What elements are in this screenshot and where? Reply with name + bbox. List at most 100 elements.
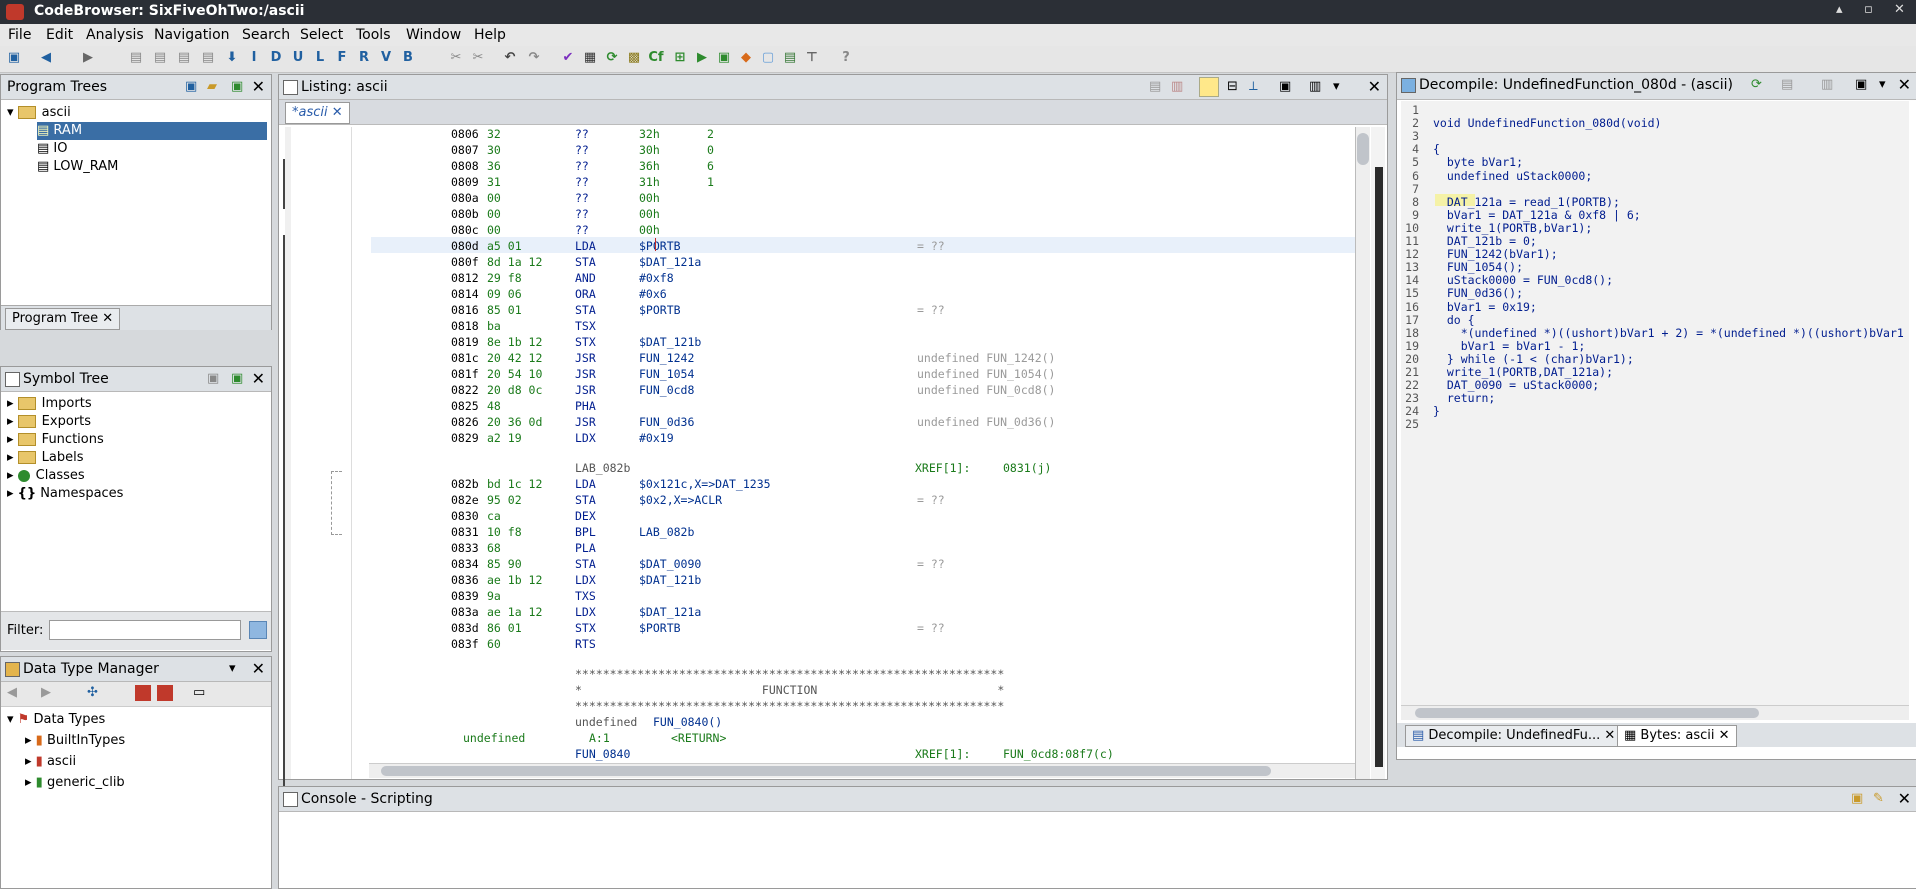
console-clear-icon[interactable]: ✎ xyxy=(1873,791,1884,806)
filter-options-icon[interactable] xyxy=(249,621,267,639)
tb-letter-d[interactable]: D xyxy=(268,50,284,66)
menu-window[interactable]: Window xyxy=(406,27,461,43)
tree-icon[interactable]: ⊤ xyxy=(804,50,820,66)
new-window-icon[interactable]: ▣ xyxy=(231,371,243,386)
dtm-back-icon[interactable]: ◀ xyxy=(7,685,17,700)
close-data-type-manager-icon[interactable]: ✕ xyxy=(252,659,265,678)
symbol-imports[interactable]: ▸ Imports xyxy=(7,396,92,411)
dtm-builtin[interactable]: ▸ ▮ BuiltInTypes xyxy=(25,733,125,748)
paste-icon[interactable]: ▥ xyxy=(1171,79,1183,94)
dtm-forward-icon[interactable]: ▶ xyxy=(41,685,51,700)
save-icon[interactable]: ▣ xyxy=(6,50,22,66)
layout-icon[interactable]: ▥ xyxy=(1309,79,1321,94)
listing-hscrollbar[interactable] xyxy=(369,763,1355,778)
new-tree-icon[interactable]: ▣ xyxy=(185,79,197,94)
dtm-root[interactable]: ▾ ⚑ Data Types xyxy=(7,712,105,727)
listing-scroll-thumb[interactable] xyxy=(1357,133,1369,165)
back-icon[interactable]: ◀ xyxy=(38,50,54,66)
symbol-labels[interactable]: ▸ Labels xyxy=(7,450,84,465)
tab-bytes[interactable]: ▦ Bytes: ascii ✕ xyxy=(1617,725,1737,747)
menu-analysis[interactable]: Analysis xyxy=(86,27,144,43)
tb-r-icon[interactable]: R xyxy=(356,50,372,66)
refresh-decompile-icon[interactable]: ⟳ xyxy=(1751,77,1762,92)
symbol-namespaces[interactable]: ▸ {} Namespaces xyxy=(7,486,123,501)
symbol-exports[interactable]: ▸ Exports xyxy=(7,414,91,429)
dtm-generic-clib[interactable]: ▸ ▮ generic_clib xyxy=(25,775,125,790)
close-program-trees-icon[interactable]: ✕ xyxy=(252,77,265,96)
diamond-icon[interactable]: ◆ xyxy=(738,50,754,66)
expand-icon[interactable]: ▾ xyxy=(7,105,18,120)
copy-icon[interactable]: ▤ xyxy=(1149,79,1161,94)
close-decompile-icon[interactable]: ✕ xyxy=(1898,75,1911,94)
console-output[interactable] xyxy=(281,813,1913,885)
tb-letter-b[interactable]: B xyxy=(400,50,416,66)
cursor-mode-icon[interactable] xyxy=(1199,77,1219,97)
window-icon[interactable]: ▢ xyxy=(760,50,776,66)
calculator-icon[interactable]: ▦ xyxy=(582,50,598,66)
dtm-expand-icon[interactable]: ✣ xyxy=(87,685,98,700)
tb-letter-f[interactable]: F xyxy=(334,50,350,66)
diff-icon[interactable]: ⟂ xyxy=(1249,79,1258,94)
tree-item-low-ram[interactable]: ▤ LOW_RAM xyxy=(37,159,118,174)
nav-doc3-icon[interactable]: ▤ xyxy=(176,50,192,66)
tb-letter-u[interactable]: U xyxy=(290,50,306,66)
redo-icon[interactable]: ↷ xyxy=(526,50,542,66)
memory-icon[interactable]: ▣ xyxy=(716,50,732,66)
listing-body[interactable]: 0806 32?? 32h 2 0807 30?? 30h 0 0808 36?? 36h 6 0809… xyxy=(371,127,1355,771)
tree-item-io[interactable]: ▤ IO xyxy=(37,141,68,156)
check-icon[interactable]: ✔ xyxy=(560,50,576,66)
bookmark-icon[interactable]: ▩ xyxy=(626,50,642,66)
clear-icon[interactable]: ✂ xyxy=(448,50,464,66)
dtm-ascii[interactable]: ▸ ▮ ascii xyxy=(25,754,76,769)
refresh-icon[interactable]: ⟳ xyxy=(604,50,620,66)
decompile-menu-icon[interactable]: ▾ xyxy=(1879,77,1886,92)
console-lock-icon[interactable]: ▣ xyxy=(1851,791,1863,806)
filter-input[interactable] xyxy=(49,620,241,640)
symbol-functions[interactable]: ▸ Functions xyxy=(7,432,104,447)
dtm-collapse-icon[interactable]: ▭ xyxy=(193,685,205,700)
copy-decompile-icon[interactable]: ▤ xyxy=(1781,77,1793,92)
menu-select[interactable]: Select xyxy=(300,27,343,43)
tab-ascii[interactable]: *ascii ✕ xyxy=(285,102,350,124)
listing-menu-icon[interactable]: ▾ xyxy=(1333,79,1340,94)
dtm-filter2-icon[interactable] xyxy=(157,685,173,701)
nav-doc-icon[interactable]: ▤ xyxy=(128,50,144,66)
tab-program-tree[interactable]: Program Tree ✕ xyxy=(5,308,121,330)
tb-letter-v[interactable]: V xyxy=(378,50,394,66)
dtm-menu-icon[interactable]: ▾ xyxy=(229,661,236,676)
forward-icon[interactable]: ▶ xyxy=(80,50,96,66)
tree-item-ram[interactable]: ▤ RAM xyxy=(37,122,267,140)
decompile-hscroll-thumb[interactable] xyxy=(1415,708,1759,718)
menu-tools[interactable]: Tools xyxy=(356,27,391,43)
close-console-icon[interactable]: ✕ xyxy=(1898,789,1911,808)
clear2-icon[interactable]: ✂ xyxy=(470,50,486,66)
menu-file[interactable]: File xyxy=(8,27,31,43)
tab-decompile[interactable]: ▤ Decompile: UndefinedFu... ✕ xyxy=(1405,725,1623,747)
menu-navigation[interactable]: Navigation xyxy=(154,27,230,43)
function-graph-icon[interactable]: ⊞ xyxy=(672,50,688,66)
tb-letter-l[interactable]: L xyxy=(312,50,328,66)
down-arrow-icon[interactable]: ⬇ xyxy=(224,50,240,66)
lock-icon[interactable]: ▣ xyxy=(207,371,219,386)
export-decompile-icon[interactable]: ▥ xyxy=(1821,77,1833,92)
menu-edit[interactable]: Edit xyxy=(46,27,73,43)
close-symbol-tree-icon[interactable]: ✕ xyxy=(252,369,265,388)
edit-fields-icon[interactable]: ⊟ xyxy=(1227,79,1238,94)
restore-icon[interactable]: ▫ xyxy=(1864,2,1873,17)
nav-doc4-icon[interactable]: ▤ xyxy=(200,50,216,66)
help-icon[interactable]: ? xyxy=(838,50,854,66)
tb-letter-i[interactable]: I xyxy=(246,50,262,66)
menu-search[interactable]: Search xyxy=(242,27,290,43)
run-icon[interactable]: ▶ xyxy=(694,50,710,66)
nav-doc2-icon[interactable]: ▤ xyxy=(152,50,168,66)
minimize-icon[interactable]: ▴ xyxy=(1836,2,1843,17)
menu-help[interactable]: Help xyxy=(474,27,506,43)
script-icon[interactable]: Cf xyxy=(648,50,664,66)
listing-scrollbar[interactable] xyxy=(1355,127,1370,779)
decompile-hscrollbar[interactable] xyxy=(1401,705,1909,720)
snapshot-icon[interactable]: ▣ xyxy=(1279,79,1291,94)
export-icon[interactable]: ▤ xyxy=(782,50,798,66)
symbol-classes[interactable]: ▸ Classes xyxy=(7,468,85,483)
listing-hscroll-thumb[interactable] xyxy=(381,766,1271,776)
close-listing-icon[interactable]: ✕ xyxy=(1368,77,1381,96)
